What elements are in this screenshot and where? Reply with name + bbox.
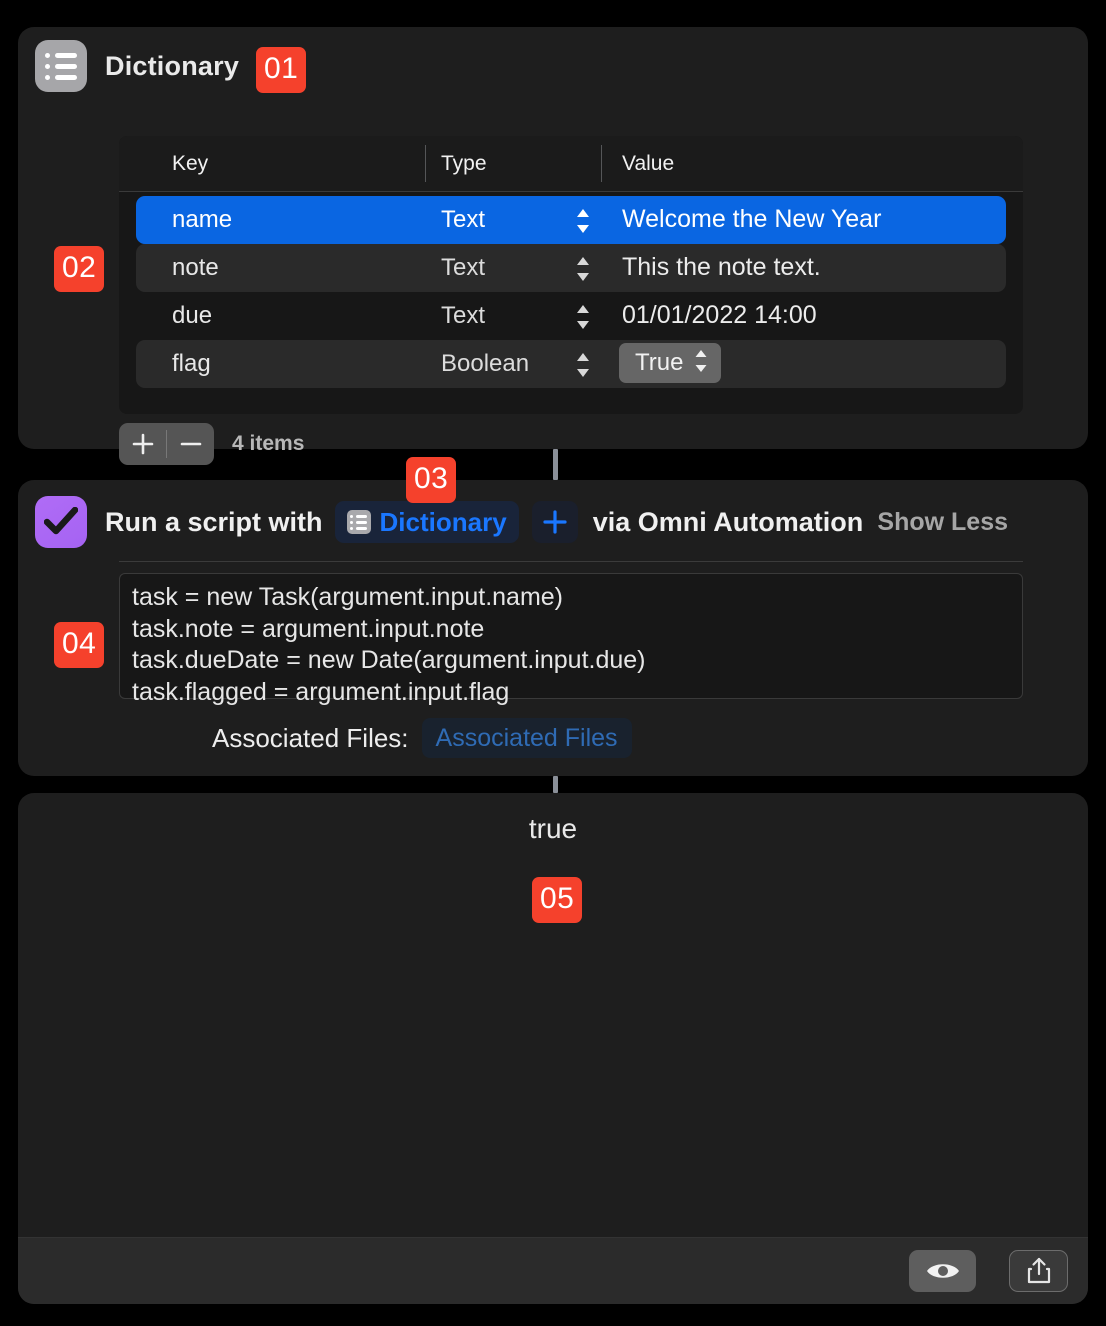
column-divider[interactable]	[601, 145, 602, 182]
dictionary-variable-token[interactable]: Dictionary	[334, 501, 519, 543]
chevron-updown-icon	[693, 349, 709, 378]
cell-type[interactable]: Text	[441, 206, 485, 234]
boolean-value-label: True	[635, 349, 684, 376]
cell-value[interactable]: Welcome the New Year	[622, 205, 881, 234]
associated-files-row: Associated Files: Associated Files	[212, 718, 632, 758]
add-variable-button[interactable]	[531, 501, 578, 543]
column-header-key[interactable]: Key	[172, 152, 208, 176]
connector-dictionary-to-script	[553, 449, 558, 480]
dictionary-card-header: Dictionary	[35, 40, 239, 92]
boolean-value-dropdown[interactable]: True	[619, 343, 722, 383]
add-remove-segmented-control[interactable]	[119, 423, 214, 465]
list-icon	[35, 40, 87, 92]
step-badge-01: 01	[256, 47, 307, 93]
items-count-label: 4 items	[232, 432, 305, 455]
script-line: task.flagged = argument.input.flag	[132, 677, 510, 706]
dictionary-card: Dictionary Key Type Value name Text Welc…	[18, 27, 1088, 465]
type-stepper-icon[interactable]	[574, 352, 592, 378]
type-stepper-icon[interactable]	[574, 208, 592, 234]
cell-value[interactable]: 01/01/2022 14:00	[622, 301, 817, 330]
column-divider[interactable]	[425, 145, 426, 182]
associated-files-field[interactable]: Associated Files	[421, 718, 632, 758]
cell-type[interactable]: Text	[441, 302, 485, 330]
dictionary-token-label: Dictionary	[379, 506, 507, 537]
result-footer-toolbar	[18, 1237, 1088, 1304]
table-row[interactable]: name Text Welcome the New Year	[136, 196, 1006, 244]
list-icon	[346, 510, 371, 534]
cell-key[interactable]: name	[172, 206, 232, 234]
omnifocus-checkmark-icon	[35, 496, 87, 548]
share-icon[interactable]	[1009, 1250, 1068, 1292]
column-header-type[interactable]: Type	[441, 152, 487, 176]
step-badge-04: 04	[54, 622, 105, 668]
run-script-card: Run a script with Dictionary via Omni Au…	[18, 480, 1088, 776]
connector-script-to-result	[553, 776, 558, 793]
remove-item-button[interactable]	[167, 423, 214, 465]
associated-files-label: Associated Files:	[212, 722, 409, 753]
result-card: true	[18, 793, 1088, 1304]
script-editor[interactable]: task = new Task(argument.input.name) tas…	[119, 573, 1023, 706]
step-badge-05: 05	[532, 877, 583, 923]
table-body: name Text Welcome the New Year note Text…	[119, 192, 1023, 388]
show-less-button[interactable]: Show Less	[877, 508, 1072, 537]
add-item-button[interactable]	[119, 423, 166, 465]
result-value: true	[528, 813, 578, 844]
cell-key[interactable]: due	[172, 302, 212, 330]
eye-icon[interactable]	[909, 1250, 976, 1292]
associated-files-placeholder: Associated Files	[435, 723, 618, 752]
column-header-value[interactable]: Value	[622, 152, 674, 176]
script-line: task.dueDate = new Date(argument.input.d…	[132, 646, 646, 674]
table-row[interactable]: note Text This the note text.	[136, 244, 1006, 292]
dictionary-table-footer: 4 items	[119, 423, 304, 465]
run-script-label-suffix: via Omni Automation	[592, 506, 864, 537]
run-script-label-prefix: Run a script with	[105, 506, 323, 537]
dictionary-title: Dictionary	[105, 50, 240, 81]
cell-key[interactable]: note	[172, 254, 219, 282]
script-line: task.note = argument.input.note	[132, 614, 485, 643]
cell-type[interactable]: Text	[441, 254, 485, 282]
automation-flow-canvas: Dictionary Key Type Value name Text Welc…	[0, 0, 1106, 1326]
dictionary-table[interactable]: Key Type Value name Text Welcome the New…	[119, 136, 1023, 414]
cell-key[interactable]: flag	[172, 350, 211, 378]
step-badge-02: 02	[54, 246, 105, 292]
header-divider	[119, 561, 1023, 562]
cell-value[interactable]: This the note text.	[622, 253, 821, 282]
script-line: task = new Task(argument.input.name)	[132, 583, 564, 611]
type-stepper-icon[interactable]	[574, 304, 592, 330]
type-stepper-icon[interactable]	[574, 256, 592, 282]
run-script-header: Run a script with Dictionary via Omni Au…	[35, 493, 1072, 551]
table-header-row: Key Type Value	[119, 136, 1023, 192]
table-row[interactable]: due Text 01/01/2022 14:00	[136, 292, 1006, 340]
cell-type[interactable]: Boolean	[441, 350, 529, 378]
table-row[interactable]: flag Boolean True	[136, 340, 1006, 388]
step-badge-03: 03	[406, 457, 457, 503]
